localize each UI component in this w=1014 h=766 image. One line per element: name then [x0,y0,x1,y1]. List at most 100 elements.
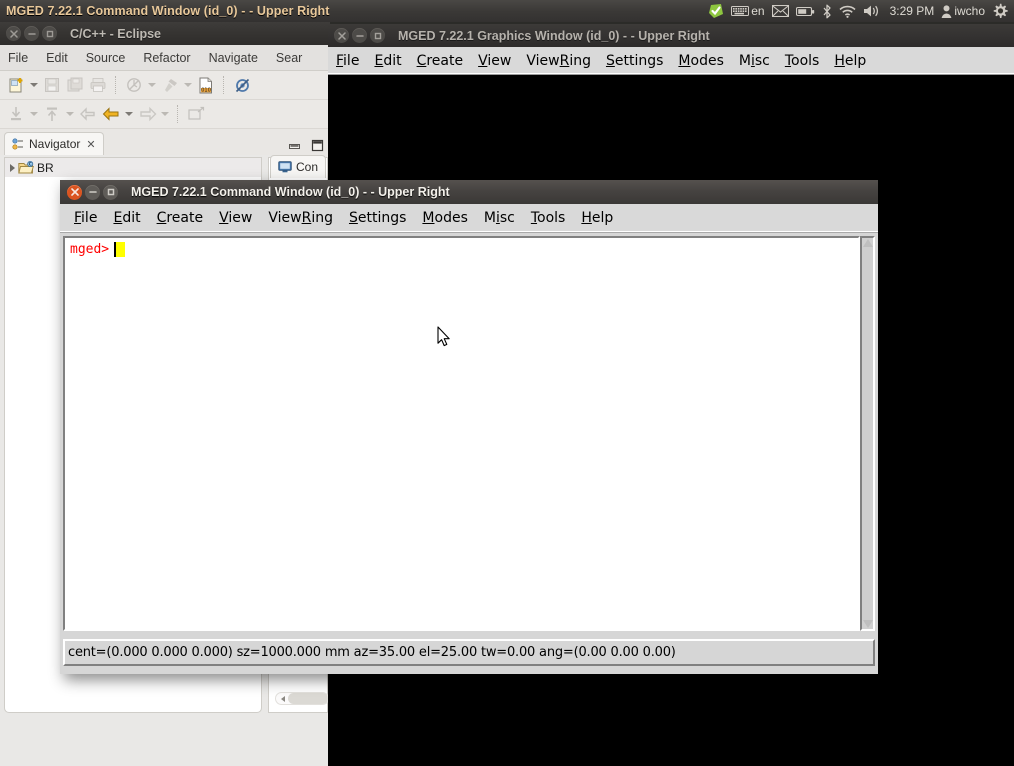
command-menu-settings[interactable]: Settings [349,210,406,226]
navigator-icon [12,138,25,150]
eclipse-menu-refactor[interactable]: Refactor [143,51,190,65]
eclipse-maximize-button[interactable] [42,26,57,41]
graphics-menu-tools[interactable]: Tools [785,53,820,69]
terminal-wrapper: mged> [63,236,875,631]
command-menu-modes[interactable]: Modes [422,210,467,226]
graphics-menu-settings[interactable]: Settings [606,53,663,69]
eclipse-window-title: C/C++ - Eclipse [70,27,161,41]
graphics-menu-create[interactable]: Create [417,53,464,69]
eclipse-minimize-button[interactable] [24,26,39,41]
graphics-minimize-button[interactable] [352,28,367,43]
print-icon [88,75,108,95]
terminal-vertical-scrollbar[interactable] [860,236,875,631]
graphics-menu-modes[interactable]: Modes [678,53,723,69]
back-arrow-icon[interactable] [101,104,121,124]
scroll-up-arrow-icon[interactable] [863,239,873,247]
command-maximize-button[interactable] [103,185,118,200]
new-file-dropdown-arrow[interactable] [30,83,38,87]
user-menu[interactable]: iwcho [941,5,985,18]
eclipse-toolbar-row1[interactable]: 010 [0,71,330,100]
console-tab[interactable]: Con [270,155,326,178]
eclipse-menu-search[interactable]: Sear [276,51,302,65]
step-into-dropdown-arrow[interactable] [30,112,38,116]
tree-item-label: BR [37,161,54,175]
graphics-menu-file[interactable]: File [336,53,359,69]
navigator-close-icon[interactable]: ✕ [86,138,95,151]
command-menu-tools[interactable]: Tools [531,210,566,226]
maximize-view-icon[interactable] [311,139,324,152]
c-project-folder-icon: C [18,161,34,175]
navigator-tab-label: Navigator [29,137,80,151]
console-tab-label: Con [296,160,318,174]
text-cursor [114,242,125,257]
build-dropdown-arrow[interactable] [148,83,156,87]
terminal-output-area[interactable]: mged> [63,236,860,631]
envelope-icon[interactable] [772,5,789,17]
scrollbar-thumb[interactable] [288,693,328,704]
green-check-icon[interactable] [708,3,724,19]
binary-010-icon[interactable]: 010 [196,75,216,95]
graphics-menu-help[interactable]: Help [834,53,866,69]
eclipse-toolbar-row2[interactable] [0,100,330,129]
command-menu-edit[interactable]: Edit [113,210,140,226]
view-control-buttons[interactable] [288,139,330,155]
clock-label[interactable]: 3:29 PM [888,5,935,17]
gear-icon[interactable] [992,3,1008,19]
skip-breakpoints-icon[interactable] [232,75,252,95]
eclipse-close-button[interactable] [6,26,21,41]
graphics-menu-view[interactable]: View [478,53,511,69]
graphics-close-button[interactable] [334,28,349,43]
eclipse-menu-navigate[interactable]: Navigate [209,51,258,65]
username-label: iwcho [952,5,985,17]
graphics-menu-misc[interactable]: Misc [739,53,770,69]
command-body: File Edit Create View ViewRing Settings … [60,204,878,674]
command-menubar[interactable]: File Edit Create View ViewRing Settings … [60,204,878,233]
scroll-down-arrow-icon[interactable] [863,620,873,628]
eclipse-view-tabbar[interactable]: Navigator ✕ [0,129,330,155]
tree-expander-icon[interactable] [10,164,15,172]
eclipse-menu-source[interactable]: Source [86,51,126,65]
graphics-menu-edit[interactable]: Edit [374,53,401,69]
back-dropdown-arrow[interactable] [125,112,133,116]
command-menu-viewring[interactable]: ViewRing [268,210,333,226]
command-minimize-button[interactable] [85,185,100,200]
command-window-title: MGED 7.22.1 Command Window (id_0) - - Up… [131,185,450,199]
scrollbar-trough[interactable] [862,247,873,620]
step-return-dropdown-arrow[interactable] [66,112,74,116]
eclipse-menu-edit[interactable]: Edit [46,51,68,65]
new-file-icon[interactable] [6,75,26,95]
build-disabled-icon [124,75,144,95]
panel-window-title: MGED 7.22.1 Command Window (id_0) - - Up… [0,4,330,18]
forward-dropdown-arrow[interactable] [161,112,169,116]
back-history-icon [78,104,98,124]
command-menu-view[interactable]: View [219,210,252,226]
eclipse-menu-file[interactable]: File [8,51,28,65]
graphics-menu-viewring[interactable]: ViewRing [526,53,591,69]
command-menu-help[interactable]: Help [581,210,613,226]
eclipse-menubar[interactable]: File Edit Source Refactor Navigate Sear [0,45,330,71]
mged-command-window[interactable]: MGED 7.22.1 Command Window (id_0) - - Up… [60,180,878,674]
eclipse-titlebar[interactable]: C/C++ - Eclipse [0,22,330,45]
keyboard-indicator[interactable]: en [731,5,764,17]
wifi-icon[interactable] [839,5,856,18]
bluetooth-icon[interactable] [822,4,832,19]
minimize-view-icon[interactable] [288,141,301,151]
status-bar-text: cent=(0.000 0.000 0.000) sz=1000.000 mm … [68,645,676,660]
command-close-button[interactable] [67,185,82,200]
hammer-dropdown-arrow[interactable] [184,83,192,87]
graphics-menubar[interactable]: File Edit Create View ViewRing Settings … [328,47,1014,75]
graphics-titlebar[interactable]: MGED 7.22.1 Graphics Window (id_0) - - U… [328,24,1014,47]
navigator-tab[interactable]: Navigator ✕ [4,132,104,155]
scroll-left-arrow-icon[interactable] [281,696,285,702]
tree-item-brlcad[interactable]: C BR [5,158,261,177]
volume-icon[interactable] [863,4,881,18]
graphics-window-title: MGED 7.22.1 Graphics Window (id_0) - - U… [398,29,710,43]
battery-icon[interactable] [796,6,815,17]
command-titlebar[interactable]: MGED 7.22.1 Command Window (id_0) - - Up… [60,180,878,204]
command-menu-misc[interactable]: Misc [484,210,515,226]
mged-status-bar: cent=(0.000 0.000 0.000) sz=1000.000 mm … [63,639,875,666]
graphics-maximize-button[interactable] [370,28,385,43]
command-menu-create[interactable]: Create [157,210,204,226]
console-horizontal-scrollbar[interactable] [275,692,329,705]
command-menu-file[interactable]: File [74,210,97,226]
